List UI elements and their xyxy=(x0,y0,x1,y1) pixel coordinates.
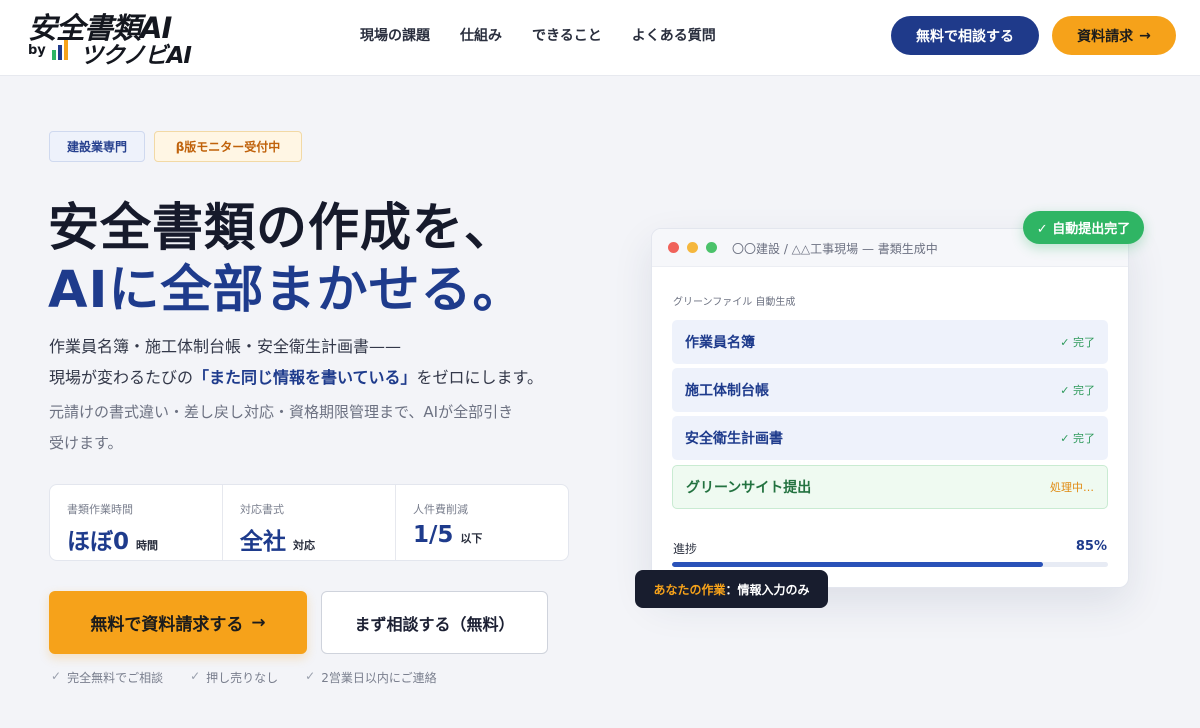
stat-number: 全社 xyxy=(240,529,286,555)
stat-label: 人件費削減 xyxy=(413,503,468,516)
doc-status: ✓ 完了 xyxy=(1060,336,1095,349)
window-minimize-dot xyxy=(687,242,698,253)
progress-fill xyxy=(672,562,1043,567)
lead-text-2: 現場が変わるたびの「また同じ情報を書いている」をゼロにします。 xyxy=(49,364,543,388)
stat-value: ほぼ0 時間 xyxy=(67,522,222,556)
progress-value: 85% xyxy=(1075,539,1107,554)
note-text: 押し売りなし xyxy=(206,671,279,685)
headline-line-2: AIに全部まかせる。 xyxy=(48,261,525,320)
stats-panel: 書類作業時間 ほぼ0 時間 対応書式 全社 対応 人件費削減 1/5 以下 xyxy=(49,484,569,561)
stat-labor-cost: 人件費削減 1/5 以下 xyxy=(396,485,568,560)
doc-status: ✓ 完了 xyxy=(1060,384,1095,397)
note-text: 2営業日以内にご連絡 xyxy=(321,671,437,685)
tag-beta-monitor: β版モニター受付中 xyxy=(154,131,302,162)
note-item: ✓ 2営業日以内にご連絡 xyxy=(305,669,436,686)
stat-work-time: 書類作業時間 ほぼ0 時間 xyxy=(50,485,223,560)
nav-link-faq[interactable]: よくある質問 xyxy=(632,25,716,47)
check-icon: ✓ xyxy=(305,669,316,683)
tag-construction: 建設業専門 xyxy=(49,131,145,162)
doc-name: グリーンサイト提出 xyxy=(686,480,812,496)
main-nav: 現場の課題 仕組み できること よくある質問 xyxy=(360,25,716,47)
nav-link-features[interactable]: できること xyxy=(532,25,602,47)
request-docs-button[interactable]: 資料請求 → xyxy=(1052,16,1176,55)
progress-bar xyxy=(672,562,1108,567)
nav-link-issues[interactable]: 現場の課題 xyxy=(360,25,430,47)
tsukunobi-logo-icon xyxy=(52,40,68,60)
sub-text-2: 受けます。 xyxy=(49,434,123,452)
stat-value: 全社 対応 xyxy=(240,522,395,556)
task-badge-text: ：情報入力のみ xyxy=(725,582,810,597)
lead-text-1: 作業員名簿・施工体制台帳・安全衛生計画書—— xyxy=(49,337,402,356)
stat-value: 1/5 以下 xyxy=(413,522,568,548)
check-icon: ✓ xyxy=(51,669,62,683)
cta-consult-button[interactable]: まず相談する（無料） xyxy=(321,591,548,654)
stat-unit: 以下 xyxy=(460,532,483,545)
doc-row-construction-ledger: 施工体制台帳 ✓ 完了 xyxy=(672,368,1108,412)
nav-link-how-it-works[interactable]: 仕組み xyxy=(460,25,502,47)
doc-row-greensite-submit: グリーンサイト提出 処理中… xyxy=(672,465,1108,509)
window-title: 〇〇建設 / △△工事現場 — 書類生成中 xyxy=(732,242,938,256)
lead-text-2-emphasis: 「また同じ情報を書いている」 xyxy=(193,368,417,387)
lead-text-2-post: をゼロにします。 xyxy=(416,368,543,387)
logo-by-text: by xyxy=(28,43,46,58)
request-docs-label: 資料請求 xyxy=(1077,28,1134,45)
sub-text-1: 元請けの書式違い・差し戻し対応・資格期限管理まで、AIが全部引き xyxy=(49,403,514,421)
logo[interactable]: 安全書類AI by ツクノビAI xyxy=(26,5,201,69)
doc-name: 安全衛生計画書 xyxy=(685,431,783,447)
stat-label: 書類作業時間 xyxy=(67,503,133,516)
stat-label: 対応書式 xyxy=(240,503,284,516)
doc-row-worker-list: 作業員名簿 ✓ 完了 xyxy=(672,320,1108,364)
arrow-right-icon: → xyxy=(251,612,266,633)
assurance-notes: ✓ 完全無料でご相談 ✓ 押し売りなし ✓ 2営業日以内にご連絡 xyxy=(51,669,437,686)
site-header: 安全書類AI by ツクノビAI 現場の課題 仕組み できること よくある質問 … xyxy=(0,0,1200,76)
arrow-right-icon: → xyxy=(1139,27,1151,44)
doc-status: 処理中… xyxy=(1050,481,1094,494)
stat-unit: 対応 xyxy=(293,539,315,552)
stat-number: ほぼ0 xyxy=(67,529,130,555)
doc-status: ✓ 完了 xyxy=(1060,432,1095,445)
window-maximize-dot xyxy=(706,242,717,253)
progress-label: 進捗 xyxy=(673,542,698,556)
stat-number: 1/5 xyxy=(413,522,454,548)
check-icon: ✓ xyxy=(190,669,201,683)
window-close-dot xyxy=(668,242,679,253)
stat-formats: 対応書式 全社 対応 xyxy=(223,485,396,560)
cta-request-docs-button[interactable]: 無料で資料請求する → xyxy=(49,591,307,654)
task-badge-highlight: あなたの作業 xyxy=(653,582,726,597)
stat-unit: 時間 xyxy=(136,539,159,552)
logo-subtitle: ツクノビAI xyxy=(80,43,192,69)
doc-row-safety-plan: 安全衛生計画書 ✓ 完了 xyxy=(672,416,1108,460)
cta-main-label: 無料で資料請求する xyxy=(90,615,244,635)
note-item: ✓ 完全無料でご相談 xyxy=(51,669,163,686)
doc-name: 作業員名簿 xyxy=(685,335,755,351)
your-task-badge: あなたの作業 ：情報入力のみ xyxy=(635,570,828,608)
section-label: グリーンファイル 自動生成 xyxy=(673,297,796,308)
doc-name: 施工体制台帳 xyxy=(685,383,769,399)
free-consult-button[interactable]: 無料で相談する xyxy=(891,16,1039,55)
note-item: ✓ 押し売りなし xyxy=(190,669,278,686)
app-mockup-window: 〇〇建設 / △△工事現場 — 書類生成中 グリーンファイル 自動生成 作業員名… xyxy=(651,228,1129,588)
lead-text-2-pre: 現場が変わるたびの xyxy=(49,368,194,387)
note-text: 完全無料でご相談 xyxy=(67,671,164,685)
auto-submit-done-badge: ✓ 自動提出完了 xyxy=(1023,211,1144,244)
